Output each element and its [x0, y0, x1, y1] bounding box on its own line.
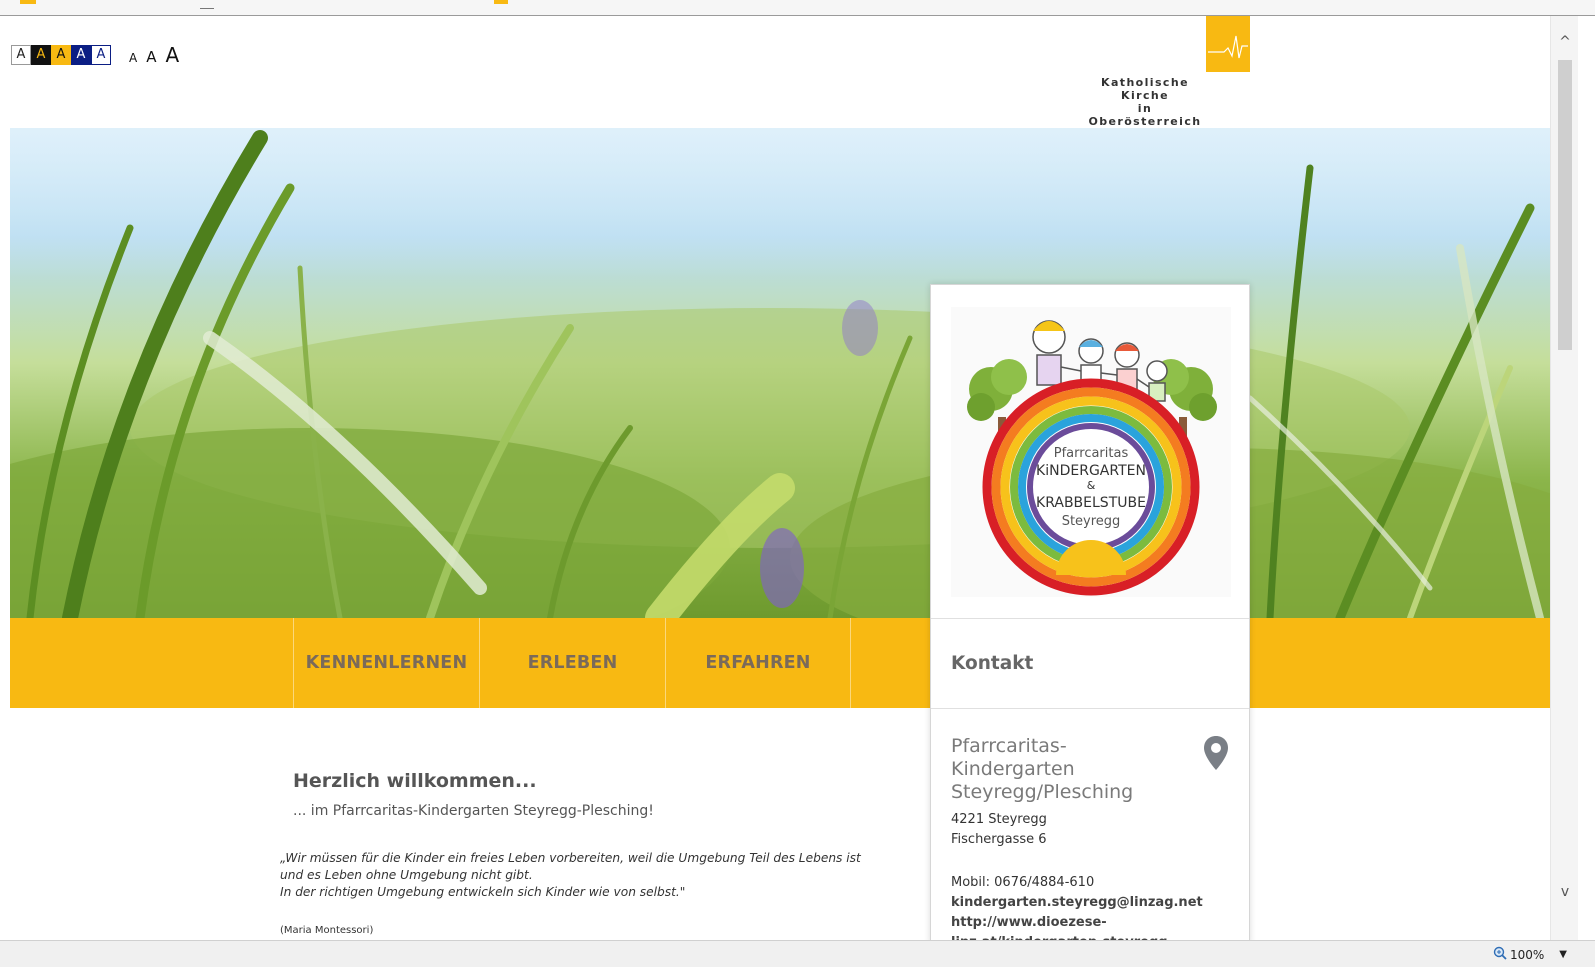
main-navigation: KENNENLERNEN ERLEBEN ERFAHREN	[10, 618, 1550, 708]
organization-name: Pfarrcaritas-Kindergarten Steyregg/Plesc…	[951, 735, 1181, 804]
zoom-level: 100%	[1509, 947, 1545, 962]
scrollbar-thumb[interactable]	[1558, 60, 1572, 350]
address-line1: 4221 Steyregg	[951, 812, 1047, 827]
contact-divider	[931, 708, 1249, 709]
location-pin-icon[interactable]	[1203, 735, 1229, 776]
kindergarten-logo: Pfarrcaritas KiNDERGARTEN & KRABBELSTUBE…	[951, 307, 1231, 597]
brand-flag-icon	[1206, 16, 1250, 72]
browser-top-strip	[0, 0, 1595, 16]
card-divider	[931, 618, 1249, 619]
contrast-blue-white-button[interactable]: A	[71, 45, 91, 65]
logo-line2: KiNDERGARTEN	[1036, 463, 1146, 479]
contrast-black-yellow-button[interactable]: A	[31, 45, 51, 65]
zoom-magnifier-icon	[1493, 946, 1507, 963]
contrast-yellow-black-button[interactable]: A	[51, 45, 71, 65]
contact-card: Pfarrcaritas KiNDERGARTEN & KRABBELSTUBE…	[930, 284, 1250, 940]
brand-logo[interactable]: Katholische Kirche in Oberösterreich	[1080, 16, 1250, 128]
scroll-down-arrow-icon[interactable]: v	[1551, 884, 1579, 900]
logo-line4: KRABBELSTUBE	[1036, 495, 1146, 511]
vertical-scrollbar[interactable]: ^ v	[1550, 16, 1578, 940]
montessori-quote: „Wir müssen für die Kinder ein freies Le…	[280, 850, 880, 901]
org-line1: Pfarrcaritas-Kindergarten	[951, 735, 1075, 780]
accessibility-toolbar: A A A A A A A A	[11, 43, 179, 67]
address-line2: Fischergasse 6	[951, 832, 1047, 847]
scroll-up-arrow-icon[interactable]: ^	[1551, 34, 1579, 50]
website-link[interactable]: http://www.dioezese-linz.at/kindergarten…	[951, 913, 1249, 940]
quote-author: (Maria Montessori)	[280, 925, 374, 936]
welcome-subtitle: ... im Pfarrcaritas-Kindergarten Steyreg…	[293, 803, 654, 819]
org-line2: Steyregg/Plesching	[951, 781, 1134, 803]
kindergarten-logo-illustration: Pfarrcaritas KiNDERGARTEN & KRABBELSTUBE…	[967, 320, 1217, 596]
web-page: A A A A A A A A Katholische Kirche in Ob…	[0, 16, 1578, 940]
tab-marker	[20, 0, 36, 4]
hero-image	[10, 128, 1550, 618]
email-link[interactable]: kindergarten.steyregg@linzag.net	[951, 893, 1249, 913]
logo-line5: Steyregg	[1062, 514, 1121, 529]
nav-item-erfahren[interactable]: ERFAHREN	[665, 618, 851, 708]
address: 4221 Steyregg Fischergasse 6	[951, 810, 1047, 850]
quote-line2: und es Leben ohne Umgebung nicht gibt.	[280, 868, 533, 882]
nav-list: KENNENLERNEN ERLEBEN ERFAHREN	[293, 618, 851, 708]
font-size-small-button[interactable]: A	[129, 51, 137, 65]
contact-heading: Kontakt	[951, 653, 1034, 674]
font-size-medium-button[interactable]: A	[146, 48, 156, 66]
nav-item-kennenlernen[interactable]: KENNENLERNEN	[293, 618, 479, 708]
tab-line	[200, 8, 214, 9]
contrast-default-button[interactable]: A	[11, 45, 31, 65]
contact-details: Mobil: 0676/4884-610 kindergarten.steyre…	[951, 873, 1249, 940]
font-size-controls: A A A	[129, 43, 179, 67]
logo-line3: &	[1087, 479, 1096, 492]
zoom-control[interactable]: 100% ▼	[1493, 946, 1567, 963]
welcome-heading: Herzlich willkommen...	[293, 770, 537, 792]
contrast-white-blue-button[interactable]: A	[91, 45, 111, 65]
logo-line1: Pfarrcaritas	[1054, 446, 1129, 461]
tab-marker	[494, 0, 508, 4]
phone-number: Mobil: 0676/4884-610	[951, 875, 1095, 890]
quote-line3: In der richtigen Umgebung entwickeln sic…	[280, 885, 686, 899]
grass-meadow-illustration	[10, 128, 1550, 618]
font-size-large-button[interactable]: A	[165, 43, 179, 67]
nav-item-erleben[interactable]: ERLEBEN	[479, 618, 665, 708]
brand-line1: Katholische Kirche	[1101, 76, 1189, 102]
brand-line2: in Oberösterreich	[1088, 102, 1202, 128]
brand-name: Katholische Kirche in Oberösterreich	[1080, 76, 1210, 128]
quote-line1: „Wir müssen für die Kinder ein freies Le…	[280, 851, 861, 865]
zoom-dropdown-icon[interactable]: ▼	[1559, 949, 1567, 960]
browser-status-bar: 100% ▼	[0, 940, 1595, 967]
